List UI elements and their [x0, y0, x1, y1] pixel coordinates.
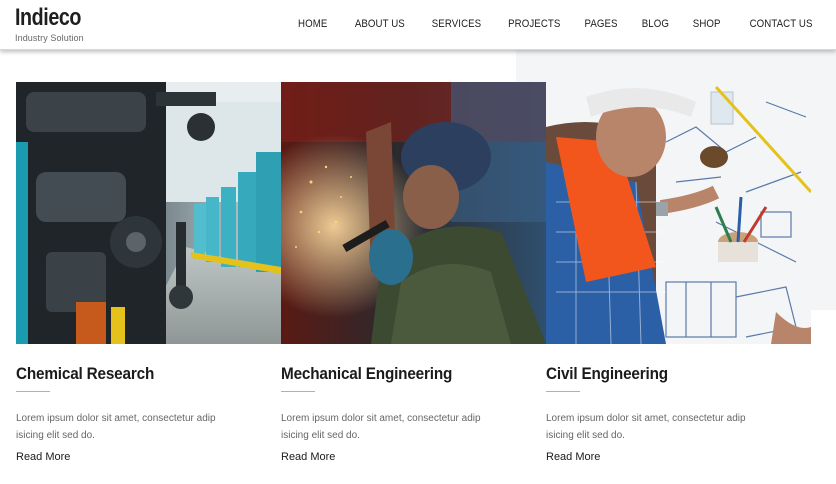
nav-item-blog[interactable]: BLOG — [642, 18, 669, 30]
engineer-image[interactable] — [546, 82, 811, 344]
service-card-mechanical: Mechanical Engineering Lorem ipsum dolor… — [281, 82, 546, 463]
logo-tagline: Industry Solution — [15, 33, 84, 43]
welder-image[interactable] — [281, 82, 546, 344]
logo[interactable]: Indieco Industry Solution — [15, 4, 96, 44]
card-description: Lorem ipsum dolor sit amet, consectetur … — [16, 413, 216, 441]
nav-item-services[interactable]: SERVICES — [431, 18, 480, 30]
chemical-plant-image[interactable] — [16, 82, 281, 344]
nav-item-pages[interactable]: PAGES — [585, 18, 618, 30]
card-title: Mechanical Engineering — [281, 364, 453, 383]
read-more-link[interactable]: Read More — [16, 451, 70, 463]
nav-item-shop[interactable]: SHOP — [693, 18, 721, 30]
service-card-chemical: Chemical Research Lorem ipsum dolor sit … — [16, 82, 281, 463]
title-divider — [546, 391, 580, 392]
title-divider — [16, 391, 50, 392]
read-more-link[interactable]: Read More — [281, 451, 335, 463]
engineer-photo — [546, 82, 811, 344]
welder-photo — [281, 82, 546, 344]
logo-title: Indieco — [15, 4, 82, 31]
card-description: Lorem ipsum dolor sit amet, consectetur … — [546, 413, 746, 441]
services-cards: Chemical Research Lorem ipsum dolor sit … — [16, 82, 812, 472]
nav-item-about-us[interactable]: ABOUT US — [355, 18, 405, 30]
card-description: Lorem ipsum dolor sit amet, consectetur … — [281, 413, 481, 441]
main-nav: HOME ABOUT US SERVICES PROJECTS PAGES BL… — [294, 18, 812, 30]
service-card-civil: Civil Engineering Lorem ipsum dolor sit … — [546, 82, 811, 463]
card-title: Chemical Research — [16, 364, 155, 383]
nav-item-projects[interactable]: PROJECTS — [508, 18, 560, 30]
site-header: Indieco Industry Solution HOME ABOUT US … — [0, 0, 836, 50]
nav-item-home[interactable]: HOME — [298, 18, 327, 30]
read-more-link[interactable]: Read More — [546, 451, 600, 463]
chemical-plant-photo — [16, 82, 281, 344]
title-divider — [281, 391, 315, 392]
nav-item-contact-us[interactable]: CONTACT US — [749, 18, 812, 30]
card-title: Civil Engineering — [546, 364, 668, 383]
